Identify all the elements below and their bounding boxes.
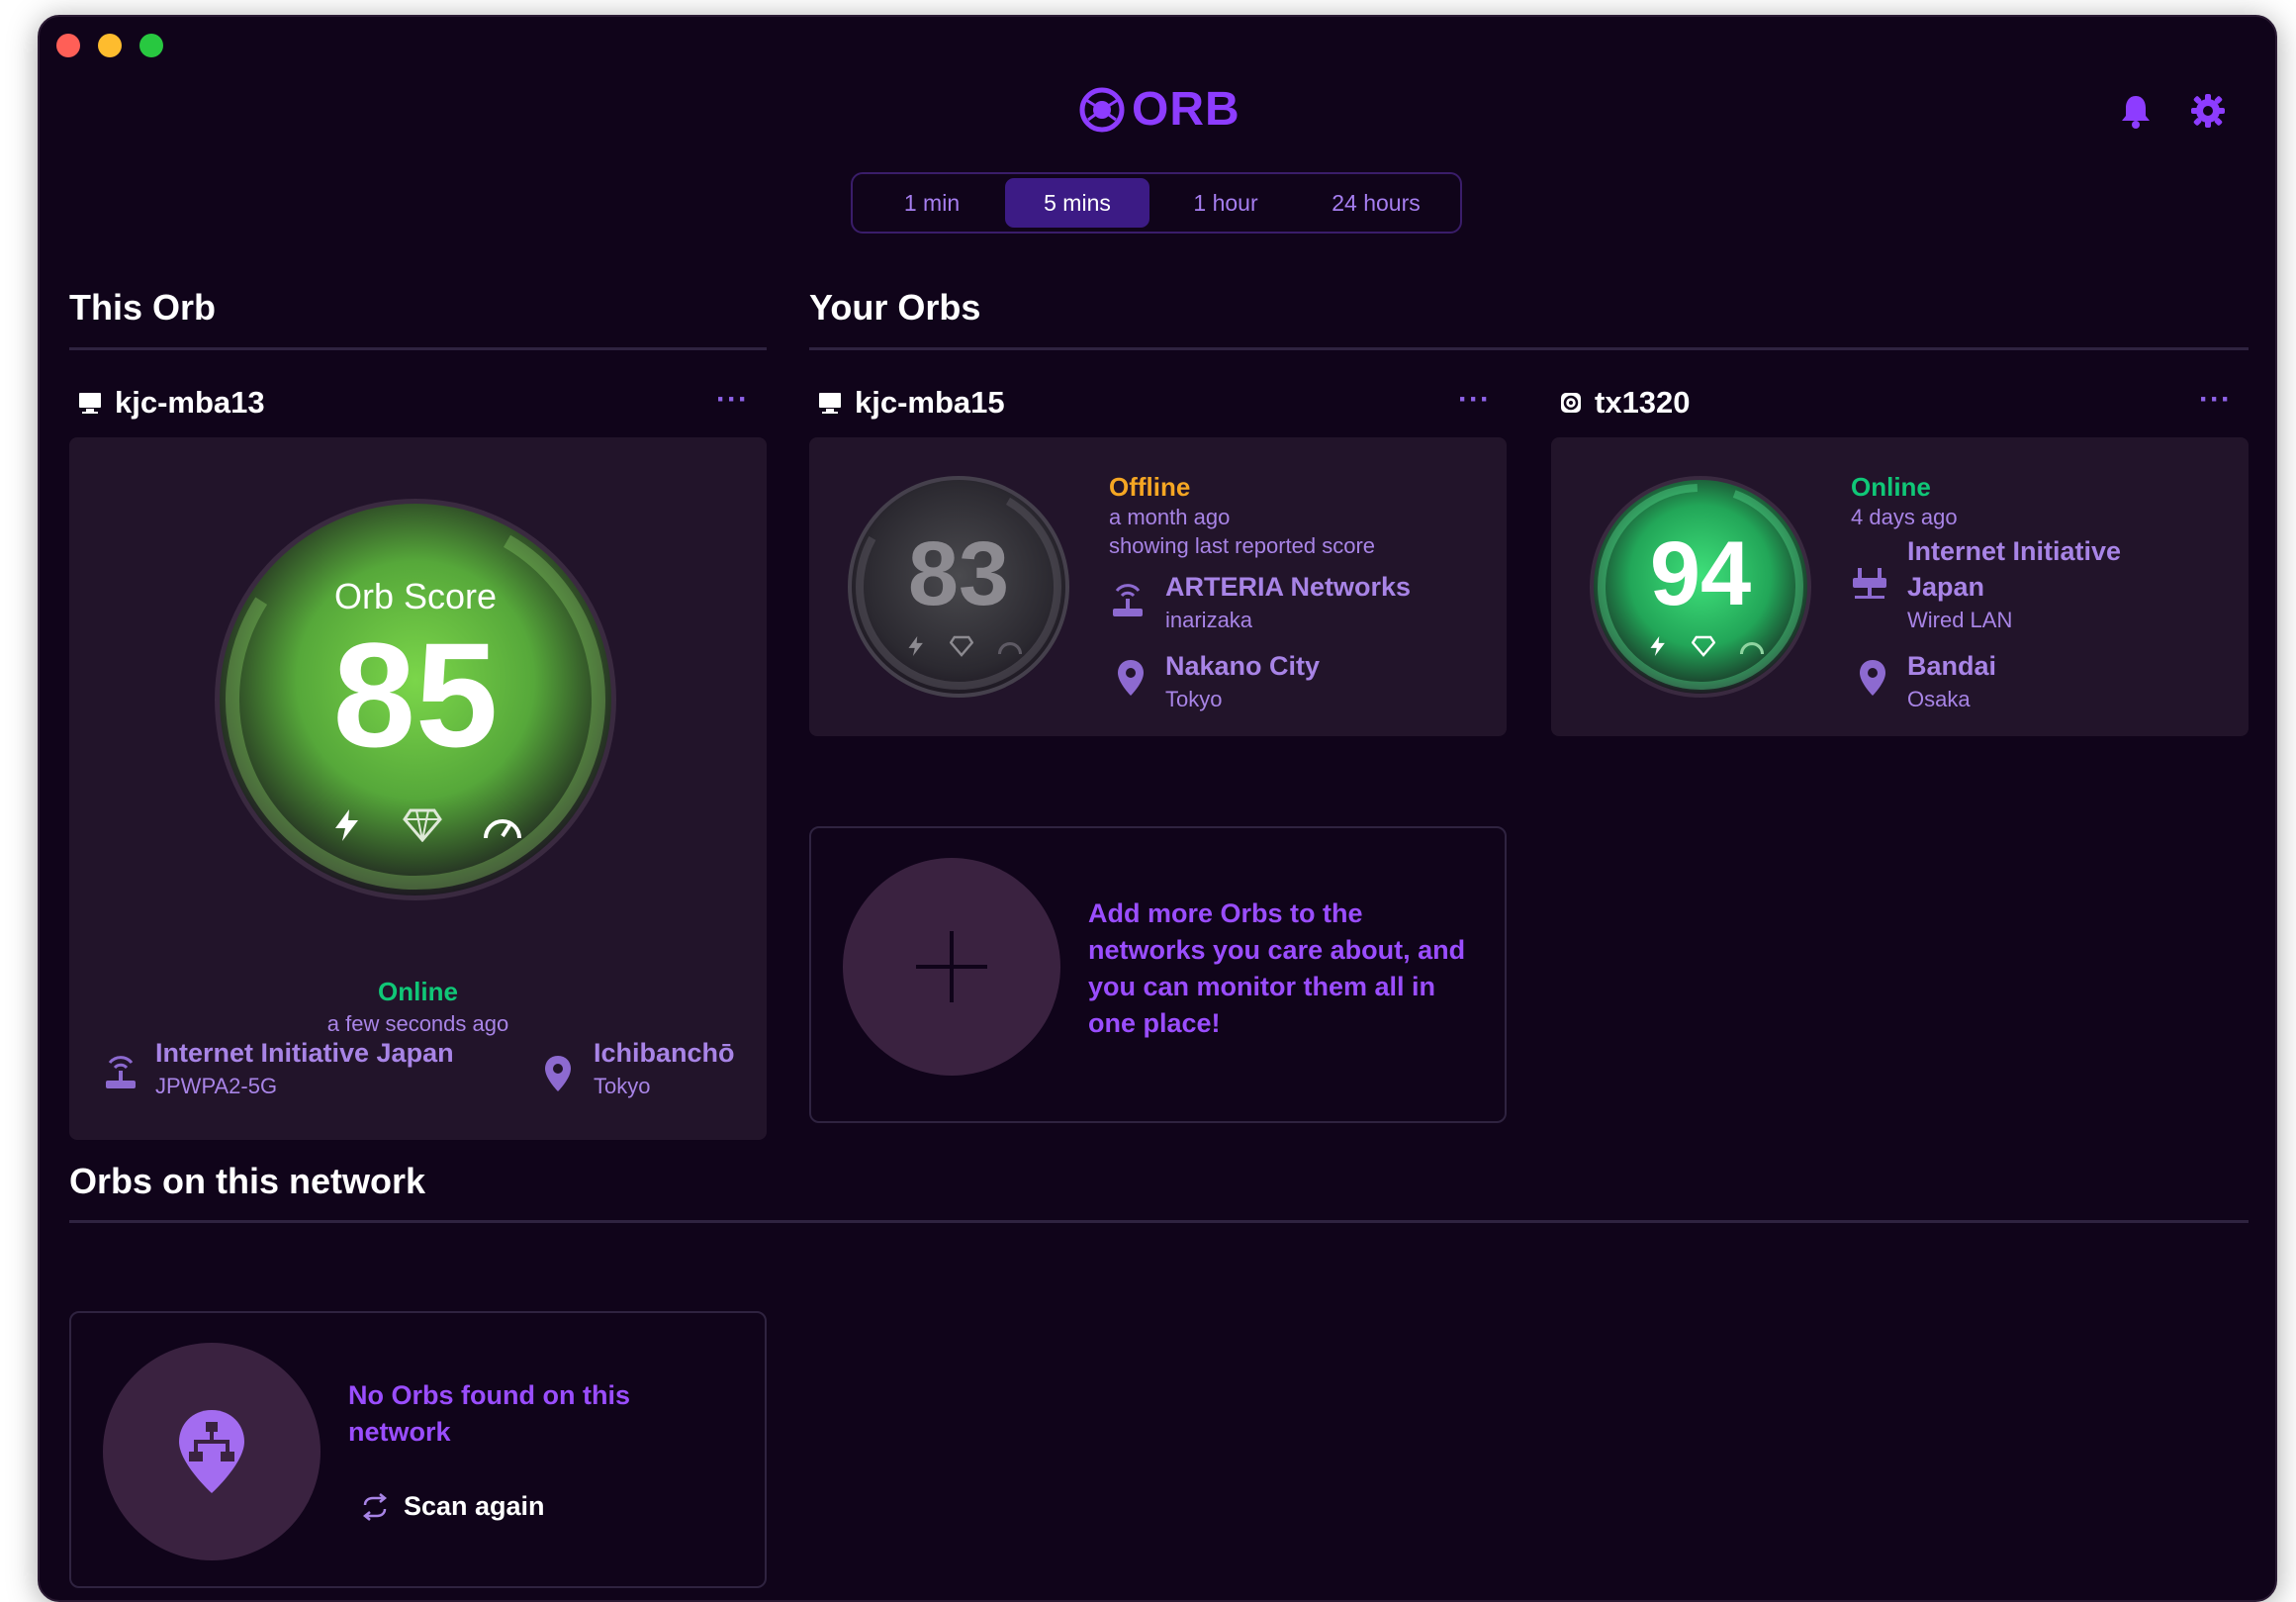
speedometer-icon [1739, 642, 1765, 655]
orb-2-score-icons [1648, 635, 1765, 657]
network-orbs-empty-text: No Orbs found on this network [348, 1380, 630, 1447]
laptop-icon [819, 393, 841, 414]
network-orbs-title: Orbs on this network [69, 1161, 426, 1201]
orb-2-location-name: Bandai [1907, 651, 1997, 681]
gear-icon[interactable] [2189, 92, 2227, 130]
zoom-window-button[interactable] [139, 34, 163, 57]
orb-1-status: Offline [1109, 472, 1191, 502]
network-orbs-empty-illustration [103, 1343, 321, 1560]
timeframe-24-hours[interactable]: 24 hours [1302, 178, 1450, 228]
app-name: ORB [1132, 83, 1240, 136]
device-chip-icon [1561, 393, 1581, 413]
app-logo: ORB [1078, 82, 1240, 137]
orb-1-score-value: 83 [907, 523, 1010, 624]
orb-1-menu-button[interactable]: ··· [1458, 383, 1491, 417]
orb-2-header: tx1320 [1559, 385, 1691, 421]
orb-2-status: Online [1851, 472, 1931, 502]
orb-2-network-name-line1: Internet Initiative [1907, 536, 2122, 566]
close-window-button[interactable] [56, 34, 80, 57]
orb-1-network-name: ARTERIA Networks [1165, 572, 1412, 602]
this-orb-title: This Orb [69, 287, 217, 328]
location-pin-icon [1860, 660, 1885, 696]
router-icon [106, 1056, 136, 1088]
timeframe-5-mins[interactable]: 5 mins [1005, 178, 1149, 228]
orb-2-device-name: tx1320 [1595, 385, 1691, 420]
speedometer-icon [484, 819, 521, 839]
add-orb-button[interactable] [843, 858, 1060, 1076]
wired-network-icon [1853, 568, 1886, 599]
refresh-icon [362, 1492, 388, 1521]
orb-1-card[interactable]: 83 Offline a month ago showing last repo… [809, 437, 1507, 736]
orb-2-network-name-line2: Japan [1907, 572, 1985, 602]
this-orb-score-value: 85 [332, 612, 499, 778]
this-orb-score-icons [331, 808, 523, 842]
scan-again-label: Scan again [404, 1491, 545, 1521]
laptop-icon [79, 393, 101, 414]
network-orbs-empty-card: No Orbs found on this network Scan again [69, 1311, 767, 1588]
minimize-window-button[interactable] [98, 34, 122, 57]
plus-icon [916, 931, 987, 1002]
your-orbs-title: Your Orbs [809, 287, 981, 328]
this-orb-status: Online [378, 977, 458, 1006]
add-orb-card[interactable]: Add more Orbs to the networks you care a… [809, 826, 1507, 1123]
router-icon [1113, 584, 1143, 616]
this-orb-menu-button[interactable]: ··· [716, 383, 749, 417]
add-orb-promo-text: Add more Orbs to the networks you care a… [1088, 898, 1466, 1038]
orb-1-last-seen: a month ago [1109, 505, 1231, 529]
lightning-icon [335, 809, 358, 841]
this-orb-device-name: kjc-mba13 [115, 385, 265, 420]
this-orb-network-name: Internet Initiative Japan [155, 1038, 454, 1068]
this-orb-location-name: Ichibanchō [594, 1038, 735, 1068]
orb-1-note: showing last reported score [1109, 533, 1376, 558]
your-orbs-divider [809, 347, 2249, 350]
this-orb-network-detail: JPWPA2-5G [155, 1074, 278, 1098]
orb-2-location-detail: Osaka [1907, 687, 1971, 711]
this-orb-divider [69, 347, 767, 350]
lightning-icon [908, 636, 923, 656]
diamond-icon [950, 635, 973, 657]
timeframe-1-min[interactable]: 1 min [859, 178, 1005, 228]
orb-1-network-detail: inarizaka [1165, 608, 1253, 632]
this-orb-location-detail: Tokyo [594, 1074, 651, 1098]
this-orb-card[interactable]: Orb Score 85 Online a few seconds ago In… [69, 437, 767, 1140]
lightning-icon [1650, 636, 1665, 656]
bell-icon[interactable] [2117, 92, 2155, 130]
network-pin-icon [179, 1410, 244, 1493]
orb-2-score-value: 94 [1649, 523, 1752, 624]
location-pin-icon [545, 1056, 571, 1091]
location-pin-icon [1118, 660, 1144, 696]
diamond-icon [403, 808, 442, 842]
orb-1-location-detail: Tokyo [1165, 687, 1223, 711]
orb-1-device-name: kjc-mba15 [855, 385, 1005, 420]
timeframe-1-hour[interactable]: 1 hour [1149, 178, 1302, 228]
orb-2-card[interactable]: 94 Online 4 days ago Internet Initiative… [1551, 437, 2249, 736]
orb-2-network-detail: Wired LAN [1907, 608, 2013, 632]
orb-1-location-name: Nakano City [1165, 651, 1321, 681]
orb-2-last-seen: 4 days ago [1851, 505, 1958, 529]
network-orbs-divider [69, 1220, 2249, 1223]
scan-again-button[interactable]: Scan again [360, 1491, 545, 1522]
orb-2-menu-button[interactable]: ··· [2199, 383, 2232, 417]
this-orb-header: kjc-mba13 [77, 385, 265, 421]
timeframe-selector: 1 min 5 mins 1 hour 24 hours [851, 172, 1462, 234]
diamond-icon [1692, 635, 1715, 657]
orb-logo-icon [1079, 87, 1125, 132]
orb-1-score-icons [906, 635, 1023, 657]
speedometer-icon [997, 642, 1023, 655]
orb-1-header: kjc-mba15 [817, 385, 1005, 421]
app-window: ORB 1 min 5 mins 1 hour 24 hours This Or… [38, 15, 2277, 1602]
this-orb-last-seen: a few seconds ago [326, 1011, 509, 1036]
